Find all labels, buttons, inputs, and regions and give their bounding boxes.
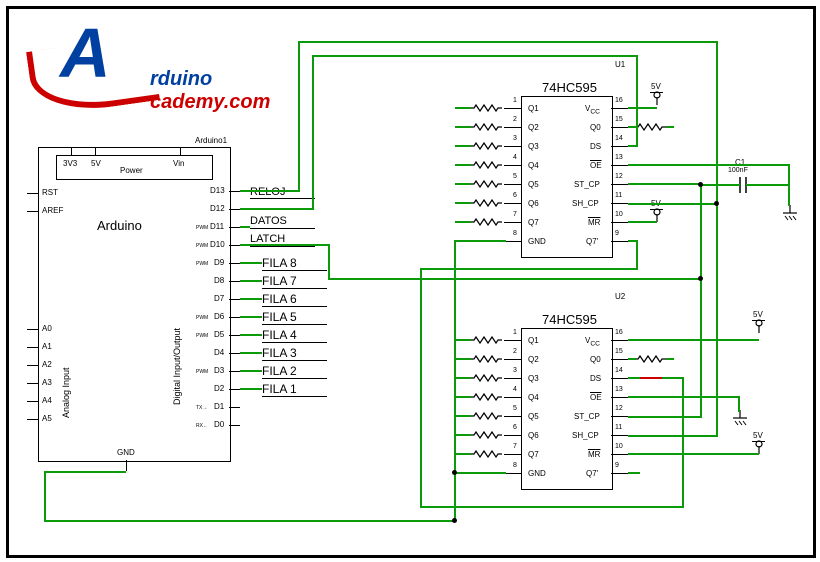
wire-reloj-u1shcp bbox=[628, 203, 718, 205]
u1-mr: MR bbox=[588, 218, 600, 227]
u1-chip bbox=[521, 96, 613, 258]
pin-d12: D12 bbox=[210, 204, 225, 213]
pin-d7: D7 bbox=[214, 294, 224, 303]
wire-gnd-bus bbox=[44, 520, 456, 522]
u2-chip bbox=[521, 328, 613, 490]
wire-reloj-u2shcp bbox=[628, 435, 718, 437]
u1-title: 74HC595 bbox=[542, 80, 597, 95]
net-datos: DATOS bbox=[250, 215, 287, 227]
u1-q1: Q1 bbox=[528, 104, 539, 113]
power-label: Power bbox=[120, 166, 143, 175]
pin-aref: AREF bbox=[42, 206, 63, 215]
net-reloj: RELOJ bbox=[250, 186, 285, 198]
net-fila3: FILA 3 bbox=[262, 346, 297, 360]
u2-oe: OE bbox=[590, 393, 602, 402]
pin-a5: A5 bbox=[42, 414, 52, 423]
pin-vin: Vin bbox=[173, 159, 184, 168]
net-fila5: FILA 5 bbox=[262, 310, 297, 324]
pin-rst: RST bbox=[42, 188, 58, 197]
pin-d13: D13 bbox=[210, 186, 225, 195]
net-fila2: FILA 2 bbox=[262, 364, 297, 378]
junction-gnd bbox=[452, 470, 457, 475]
pin-a4: A4 bbox=[42, 396, 52, 405]
arduino-title: Arduino bbox=[97, 218, 142, 233]
pin-d11: D11 bbox=[210, 222, 224, 231]
wire-latch-vU bbox=[700, 183, 702, 280]
pin-d9: D9 bbox=[214, 258, 224, 267]
wire-datos-u1ds bbox=[628, 145, 638, 147]
wire-latch-u2st bbox=[628, 416, 702, 418]
pin-3v3: 3V3 bbox=[63, 159, 77, 168]
wire-reloj-h1 bbox=[298, 41, 718, 43]
wire-reloj-vD bbox=[716, 203, 718, 437]
wire-u1-oe bbox=[628, 164, 790, 166]
pin-gnd-arduino: GND bbox=[117, 448, 135, 457]
u2-vcc-5v: 5V bbox=[753, 310, 763, 319]
schematic-canvas: { "logo": { "letter": "A", "brand1": "rd… bbox=[0, 0, 820, 562]
junction-latch bbox=[698, 276, 703, 281]
u2-vcc: VCC bbox=[585, 336, 600, 348]
pin-a2: A2 bbox=[42, 360, 52, 369]
pin-a3: A3 bbox=[42, 378, 52, 387]
pin-d1: D1 bbox=[214, 402, 224, 411]
pin-a1: A1 bbox=[42, 342, 52, 351]
pin-d5: D5 bbox=[214, 330, 224, 339]
logo-letter: A bbox=[60, 13, 111, 93]
net-fila1: FILA 1 bbox=[262, 382, 297, 396]
wire-ds-red bbox=[640, 377, 662, 379]
wire-reloj-vR bbox=[716, 41, 718, 205]
u2-title: 74HC595 bbox=[542, 312, 597, 327]
pin-d0: D0 bbox=[214, 420, 224, 429]
logo-text: rduino cademy.com bbox=[150, 68, 270, 114]
wire-latch-h bbox=[328, 278, 702, 280]
u1-oe: OE bbox=[590, 161, 602, 170]
wire-datos-h1 bbox=[312, 55, 638, 57]
u1-vcc: VCC bbox=[585, 104, 600, 116]
wire-datos-v1 bbox=[312, 55, 314, 210]
pin-d4: D4 bbox=[214, 348, 224, 357]
u1-vcc-5v: 5V bbox=[651, 82, 661, 91]
net-fila8: FILA 8 bbox=[262, 256, 297, 270]
net-fila6: FILA 6 bbox=[262, 292, 297, 306]
pin-d3: D3 bbox=[214, 366, 224, 375]
pin-d10: D10 bbox=[210, 240, 225, 249]
u1-ref: U1 bbox=[615, 60, 625, 69]
wire-reloj-v1 bbox=[298, 41, 300, 192]
pin-d6: D6 bbox=[214, 312, 224, 321]
c1-val: 100nF bbox=[728, 167, 748, 174]
net-fila7: FILA 7 bbox=[262, 274, 297, 288]
wire-cap-left bbox=[700, 184, 740, 186]
u2-mr: MR bbox=[588, 450, 600, 459]
dio-label: Digital Input/Output bbox=[172, 328, 182, 405]
net-fila4: FILA 4 bbox=[262, 328, 297, 342]
wire-latch-u1st bbox=[628, 183, 702, 185]
wire-datos-v2 bbox=[636, 55, 638, 147]
arduino-ref: Arduino1 bbox=[195, 136, 227, 145]
pin-d8: D8 bbox=[214, 276, 224, 285]
pin-a0: A0 bbox=[42, 324, 52, 333]
pin-d2: D2 bbox=[214, 384, 224, 393]
pin-5v: 5V bbox=[91, 159, 101, 168]
ain-label: Analog Input bbox=[61, 367, 71, 418]
u2-ref: U2 bbox=[615, 292, 625, 301]
u2-mr-5v: 5V bbox=[753, 431, 763, 440]
